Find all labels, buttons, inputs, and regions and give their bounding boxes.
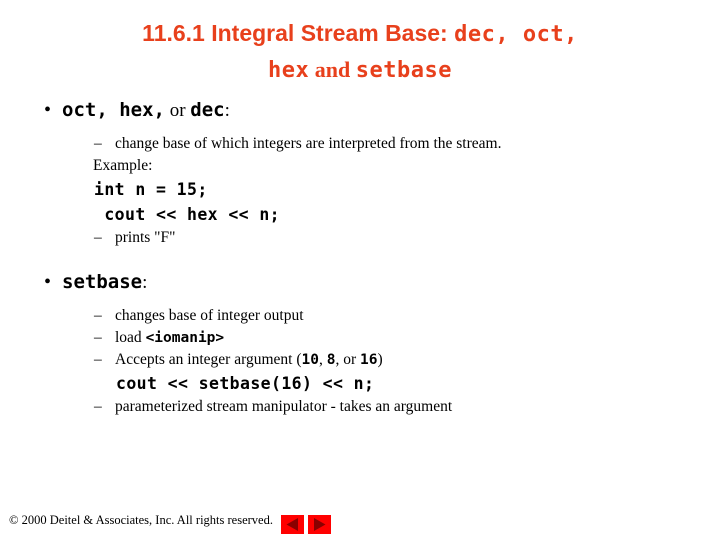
arg-post: ) — [377, 351, 383, 368]
dash-marker: – — [94, 329, 102, 346]
bullet-tail: : — [224, 100, 230, 121]
sub-item: – change base of which integers are inte… — [0, 133, 720, 155]
bullet-tail: : — [142, 272, 148, 293]
arg-sep: , — [318, 351, 327, 368]
bullet-marker: • — [44, 99, 52, 121]
sub-item-text: load — [115, 329, 146, 346]
sub-item-text: changes base of integer output — [115, 307, 304, 324]
triangle-left-icon — [286, 518, 298, 531]
sub-item: – parameterized stream manipulator - tak… — [0, 396, 720, 418]
next-slide-button[interactable] — [308, 515, 331, 534]
dash-marker: – — [94, 398, 102, 415]
dash-marker: – — [94, 229, 102, 246]
sub-item-text: Accepts an integer argument ( — [115, 351, 302, 368]
sub-item: – prints "F" — [0, 227, 720, 249]
arg-sep: , or — [335, 351, 360, 368]
dash-marker: – — [94, 351, 102, 368]
sub-item-text: parameterized stream manipulator - takes… — [115, 398, 453, 415]
slide: 11.6.1 Integral Stream Base: dec, oct, h… — [0, 0, 720, 540]
title-and: and — [309, 57, 356, 82]
bullet-code-a: oct, hex, — [62, 99, 165, 121]
title-code-dec-oct: dec, oct, — [454, 22, 578, 47]
sub-item: – changes base of integer output — [0, 305, 720, 327]
arg-value-10: 10 — [301, 352, 319, 368]
bullet-marker: • — [44, 271, 52, 293]
triangle-right-icon — [314, 518, 326, 531]
sub-item-code: <iomanip> — [145, 330, 225, 346]
slide-footer: © 2000 Deitel & Associates, Inc. All rig… — [0, 504, 720, 540]
code-line: cout << setbase(16) << n; — [116, 374, 375, 393]
bullet-code-a: setbase — [62, 271, 143, 293]
bullet-mid: or — [164, 100, 191, 121]
previous-slide-button[interactable] — [281, 515, 304, 534]
sub-item-text: prints "F" — [115, 229, 176, 246]
sub-item: – Accepts an integer argument (10, 8, or… — [0, 349, 720, 371]
title-prefix: 11.6.1 Integral Stream Base: — [142, 20, 455, 46]
code-line: cout << hex << n; — [94, 205, 281, 224]
example-label: Example: — [93, 157, 153, 174]
bullet-code-b: dec — [190, 99, 225, 121]
title-code-hex: hex — [268, 58, 310, 83]
sub-item-text: change base of which integers are interp… — [115, 135, 502, 152]
copyright-notice: © 2000 Deitel & Associates, Inc. All rig… — [9, 513, 273, 527]
bullet-item: • setbase: — [0, 268, 720, 297]
bullet-item: • oct, hex, or dec: — [0, 96, 720, 125]
code-line: int n = 15; — [94, 180, 208, 199]
arg-value-16: 16 — [360, 352, 378, 368]
slide-title: 11.6.1 Integral Stream Base: dec, oct, h… — [36, 16, 684, 88]
sub-item: – load <iomanip> — [0, 327, 720, 349]
dash-marker: – — [94, 135, 102, 152]
slide-body: • oct, hex, or dec: – change base of whi… — [0, 96, 720, 418]
title-code-setbase: setbase — [355, 58, 452, 83]
dash-marker: – — [94, 307, 102, 324]
